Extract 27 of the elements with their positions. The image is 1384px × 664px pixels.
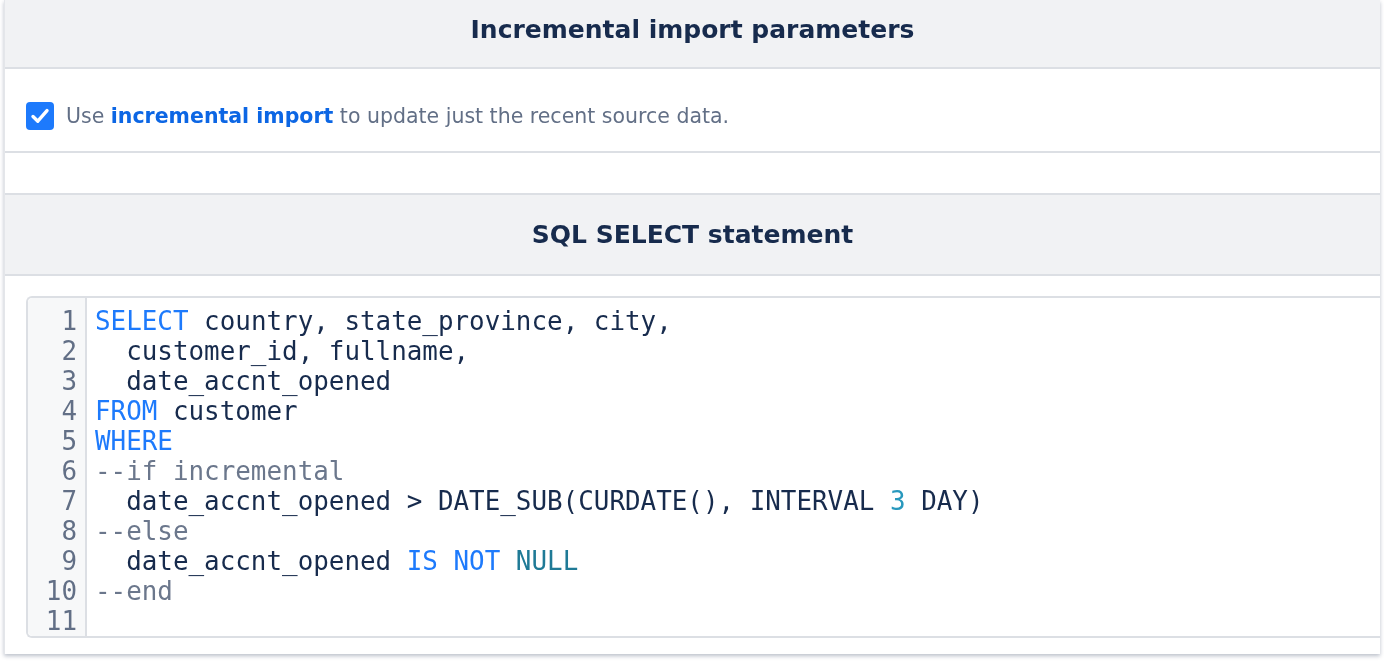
checkbox[interactable] <box>26 101 54 130</box>
line-number: 8 <box>61 516 77 546</box>
line-number: 3 <box>61 366 77 396</box>
code-line: date_accnt_opened IS NOT NULL <box>125 546 579 576</box>
line-number: 10 <box>45 576 77 606</box>
inline-link[interactable]: incremental import <box>110 103 334 128</box>
code-line: --if incremental <box>95 456 345 486</box>
code-line: --end <box>95 576 173 606</box>
code-line: --else <box>95 516 189 546</box>
line-number: 4 <box>61 396 77 426</box>
code-line: date_accnt_opened > DATE_SUB(CURDATE(), INTERVAL 3 DAY) <box>125 486 984 516</box>
code-editor[interactable] <box>26 296 1380 638</box>
line-number: 1 <box>61 306 77 336</box>
code-line: FROM customer <box>95 396 298 426</box>
code-line: WHERE <box>95 426 173 456</box>
line-number: 6 <box>61 456 77 486</box>
line-number: 2 <box>61 336 77 366</box>
line-number: 7 <box>61 486 77 516</box>
line-number: 11 <box>45 606 77 636</box>
line-number: 5 <box>61 426 77 456</box>
section-title: SQL SELECT statement <box>531 218 854 251</box>
line-number: 9 <box>61 546 77 576</box>
section-title: Incremental import parameters <box>470 14 915 46</box>
code-line: SELECT country, state_province, city, <box>95 306 672 336</box>
code-line: customer_id, fullname, <box>125 336 470 366</box>
checkbox-label: Use incremental import to update just the recent source data. <box>66 102 730 130</box>
code-line: date_accnt_opened <box>125 366 392 396</box>
